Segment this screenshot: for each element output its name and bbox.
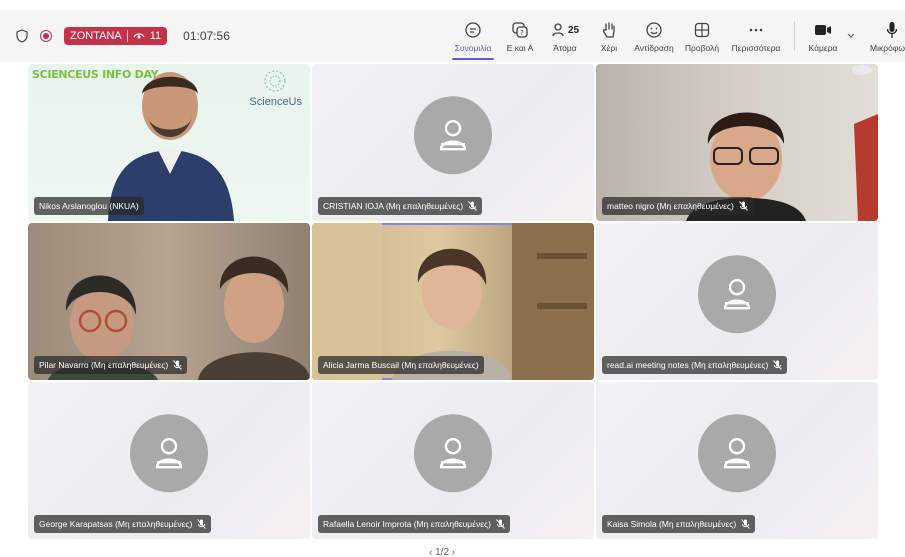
qa-button[interactable]: ? Ε και Α [500,10,540,62]
scienceus-logo-icon [264,70,286,92]
mic-off-icon [173,360,183,370]
mic-off-icon [496,519,505,529]
live-label: ZONTANA [70,30,122,42]
meeting-status: ZONTANA 11 01:07:56 [0,27,230,45]
participant-name: read.ai meeting notes (Μη επαληθευμένες) [607,360,769,370]
mic-off-icon [773,360,783,370]
avatar [414,95,492,174]
view-label: Προβολή [684,43,720,53]
avatar [130,413,208,492]
participant-name-tag: read.ai meeting notes (Μη επαληθευμένες) [602,356,788,374]
avatar [698,254,776,333]
participant-name-tag: Kaisa Simola (Μη επαληθευμένες) [602,515,756,533]
raise-hand-button[interactable]: Χέρι [594,10,624,62]
chat-icon [464,19,482,41]
participant-tile-speaking[interactable]: Alicia Jarma Buscail (Μη επαληθευμένες) [312,223,594,380]
participant-name-tag: George Karapatsas (Μη επαληθευμένες) [34,515,212,533]
participant-tile[interactable]: Pilar Navarro (Μη επαληθευμένες) [28,223,310,380]
avatar [414,413,492,492]
participant-name-tag: Alicia Jarma Buscail (Μη επαληθευμένες) [318,356,484,374]
people-icon [552,23,564,37]
react-label: Αντίδραση [634,43,674,53]
microphone-icon [886,19,898,41]
eye-icon [133,33,145,39]
mic-button[interactable]: Μικρόφωνο [867,10,905,62]
more-label: Περισσότερα [731,43,781,53]
people-label: Άτομα [553,43,577,53]
participant-name: Pilar Navarro (Μη επαληθευμένες) [39,360,169,370]
avatar [698,413,776,492]
recording-icon [40,30,52,42]
viewer-count: 11 [149,30,162,42]
more-button[interactable]: Περισσότερα [728,10,784,62]
participant-tile[interactable]: George Karapatsas (Μη επαληθευμένες) [28,382,310,539]
more-icon [748,19,764,41]
mic-off-icon [741,519,751,529]
person-icon [723,278,751,309]
mic-label: Μικρόφωνο [870,43,905,53]
qa-icon: ? [511,19,529,41]
meeting-timer: 01:07:56 [183,29,230,43]
smiley-icon [645,19,663,41]
shield-icon [16,29,28,43]
chat-label: Συνομιλία [454,43,492,53]
participant-tile[interactable]: SCIENCEUS INFO DAY ScienceUs Nikos Arsla… [28,64,310,221]
svg-text:?: ? [520,29,524,37]
participant-name: Kaisa Simola (Μη επαληθευμένες) [607,519,737,529]
chat-button[interactable]: Συνομιλία [450,10,496,62]
meeting-header: ZONTANA 11 01:07:56 Συνομιλία ? Ε και Α [0,10,905,62]
participant-name: matteo nigro (Μη επαληθευμένες) [607,201,734,211]
camera-options-button[interactable] [843,10,859,62]
participant-tile[interactable]: read.ai meeting notes (Μη επαληθευμένες) [596,223,878,380]
grid-view-icon [694,19,710,41]
participant-name: George Karapatsas (Μη επαληθευμένες) [39,519,193,529]
participant-tile[interactable]: Kaisa Simola (Μη επαληθευμένες) [596,382,878,539]
camera-button[interactable]: Κάμερα [805,10,841,62]
participant-name-tag: Rafaella Lenoir Improta (Μη επαληθευμένε… [318,515,510,533]
camera-icon [814,19,832,41]
page-indicator: 1/2 [435,547,450,557]
participant-tile[interactable]: matteo nigro (Μη επαληθευμένες) [596,64,878,221]
participant-name-tag: matteo nigro (Μη επαληθευμένες) [602,197,753,215]
participant-name-tag: CRISTIAN IOJA (Μη επαληθευμένες) [318,197,483,215]
participant-tile[interactable]: Rafaella Lenoir Improta (Μη επαληθευμένε… [312,382,594,539]
mic-off-icon [738,201,748,211]
mic-off-icon [468,201,477,211]
person-icon [439,437,467,468]
participant-name-tag: Nikos Arslanoglou (NKUA) [34,197,144,215]
participant-name: Rafaella Lenoir Improta (Μη επαληθευμένε… [323,519,491,529]
scienceus-brand-text: ScienceUs [249,96,302,108]
chevron-right-icon[interactable]: › [449,547,455,557]
hand-label: Χέρι [600,43,618,53]
chevron-down-icon [847,25,855,47]
meeting-toolbar: Συνομιλία ? Ε και Α 25 Άτομα Χέρι Αντίδρ… [450,10,905,62]
person-icon [723,437,751,468]
participant-name: CRISTIAN IOJA (Μη επαληθευμένες) [323,201,464,211]
hand-icon [601,19,617,41]
person-icon [439,119,467,150]
mic-off-icon [197,519,207,529]
participant-name: Alicia Jarma Buscail (Μη επαληθευμένες) [323,360,479,370]
qa-label: Ε και Α [506,43,534,53]
person-icon [155,437,183,468]
people-button[interactable]: 25 Άτομα [546,10,584,62]
live-badge[interactable]: ZONTANA 11 [64,27,168,45]
people-count: 25 [567,24,580,36]
react-button[interactable]: Αντίδραση [630,10,678,62]
participant-name: Nikos Arslanoglou (NKUA) [39,201,139,211]
participant-tile[interactable]: CRISTIAN IOJA (Μη επαληθευμένες) [312,64,594,221]
gallery-pager[interactable]: ‹ 1/2 › [429,547,455,557]
camera-label: Κάμερα [808,43,838,53]
participant-name-tag: Pilar Navarro (Μη επαληθευμένες) [34,356,188,374]
toolbar-divider [794,21,795,51]
view-button[interactable]: Προβολή [682,10,722,62]
